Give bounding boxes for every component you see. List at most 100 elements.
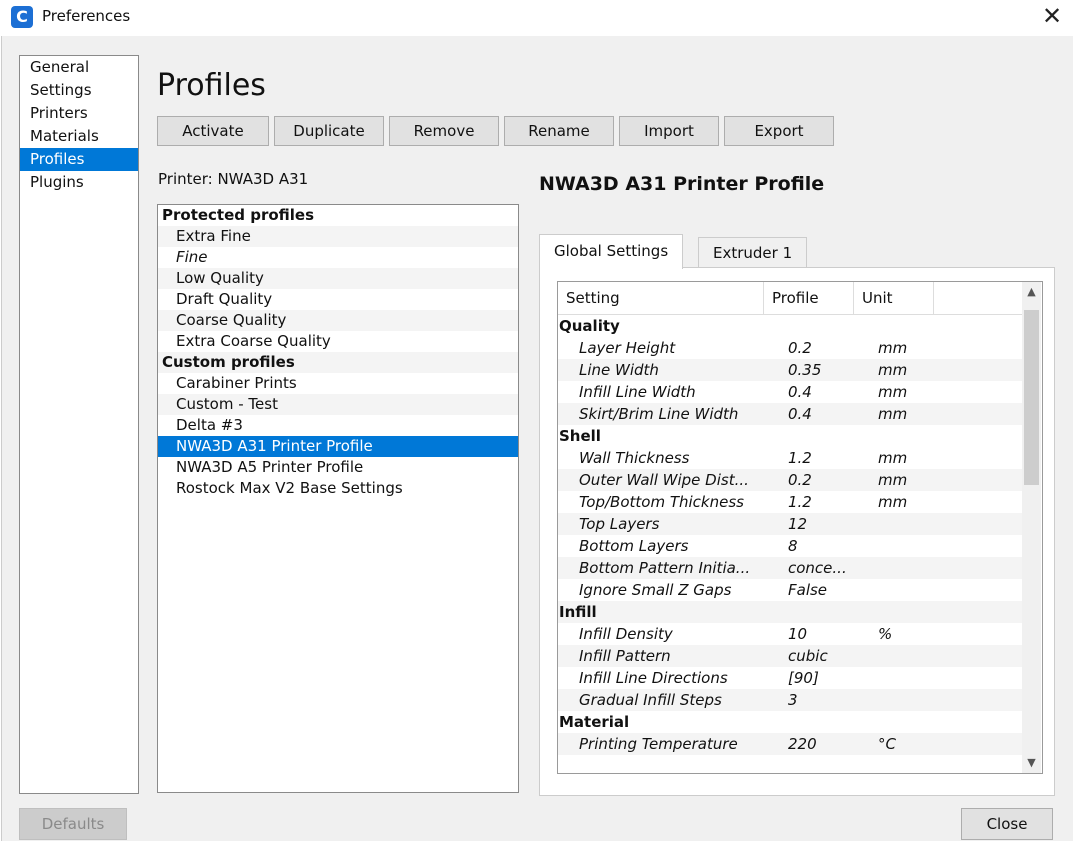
setting-value: 0.2: [788, 471, 812, 489]
setting-value: 220: [788, 735, 817, 753]
setting-value: 1.2: [788, 449, 812, 467]
tab-extruder-1[interactable]: Extruder 1: [698, 237, 808, 268]
setting-unit: mm: [878, 339, 908, 357]
defaults-button[interactable]: Defaults: [19, 808, 127, 840]
settings-table: Setting Profile Unit Quality Layer Heigh…: [557, 281, 1043, 774]
table-row[interactable]: Bottom Pattern Initia... conce...: [558, 557, 1022, 579]
setting-value: 3: [788, 691, 798, 709]
nav-item-profiles[interactable]: Profiles: [20, 148, 138, 171]
profile-item[interactable]: Carabiner Prints: [158, 373, 518, 394]
setting-value: 8: [788, 537, 798, 555]
profile-item-selected[interactable]: NWA3D A31 Printer Profile: [158, 436, 518, 457]
setting-value: cubic: [788, 647, 828, 665]
table-row[interactable]: Skirt/Brim Line Width 0.4 mm: [558, 403, 1022, 425]
import-button[interactable]: Import: [619, 116, 719, 146]
section-shell: Shell: [559, 427, 601, 445]
table-row[interactable]: Top Layers 12: [558, 513, 1022, 535]
setting-name: Layer Height: [579, 339, 676, 357]
profile-item[interactable]: Extra Fine: [158, 226, 518, 247]
protected-profiles-header: Protected profiles: [162, 206, 315, 224]
setting-name: Infill Line Width: [579, 383, 696, 401]
setting-unit: mm: [878, 405, 908, 423]
settings-rows: Quality Layer Height 0.2 mm Line Width 0.35…: [558, 315, 1022, 755]
setting-value: 0.4: [788, 405, 812, 423]
table-row[interactable]: Wall Thickness 1.2 mm: [558, 447, 1022, 469]
activate-button[interactable]: Activate: [157, 116, 269, 146]
setting-value: 10: [788, 625, 808, 643]
table-row[interactable]: Infill Line Directions [90]: [558, 667, 1022, 689]
scroll-down-icon[interactable]: ▼: [1022, 753, 1041, 773]
setting-name: Bottom Pattern Initia...: [579, 559, 751, 577]
export-button[interactable]: Export: [724, 116, 834, 146]
table-header: Setting Profile Unit: [558, 282, 1022, 315]
setting-value: False: [788, 581, 828, 599]
profile-item[interactable]: NWA3D A5 Printer Profile: [158, 457, 518, 478]
section-infill: Infill: [558, 601, 1022, 623]
table-row[interactable]: Ignore Small Z Gaps False: [558, 579, 1022, 601]
setting-name: Infill Density: [579, 625, 673, 643]
scroll-up-icon[interactable]: ▲: [1022, 282, 1041, 302]
setting-name: Line Width: [579, 361, 659, 379]
column-header-profile[interactable]: Profile: [764, 282, 854, 314]
setting-value: 0.35: [788, 361, 822, 379]
cura-logo-icon: C: [11, 6, 33, 28]
setting-name: Ignore Small Z Gaps: [579, 581, 732, 599]
profile-item[interactable]: Rostock Max V2 Base Settings: [158, 478, 518, 499]
page-title: Profiles: [157, 68, 266, 103]
setting-value: 0.2: [788, 339, 812, 357]
section-material: Material: [559, 713, 630, 731]
profile-item[interactable]: Custom - Test: [158, 394, 518, 415]
setting-name: Gradual Infill Steps: [579, 691, 722, 709]
vertical-scrollbar[interactable]: ▲ ▼: [1022, 282, 1041, 773]
scroll-thumb[interactable]: [1024, 310, 1039, 485]
profile-item[interactable]: Coarse Quality: [158, 310, 518, 331]
setting-name: Skirt/Brim Line Width: [579, 405, 739, 423]
nav-item-general[interactable]: General: [20, 56, 138, 79]
column-header-unit[interactable]: Unit: [854, 282, 934, 314]
setting-unit: mm: [878, 493, 908, 511]
profile-list: Protected profiles Extra Fine Fine Low Q…: [157, 204, 519, 793]
profile-item[interactable]: Delta #3: [158, 415, 518, 436]
setting-unit: °C: [878, 735, 896, 753]
table-row[interactable]: Printing Temperature 220 °C: [558, 733, 1022, 755]
setting-value: [90]: [788, 669, 819, 687]
setting-unit: %: [878, 625, 893, 643]
setting-name: Infill Pattern: [579, 647, 671, 665]
table-row[interactable]: Infill Density 10%: [558, 623, 1022, 645]
remove-button[interactable]: Remove: [389, 116, 499, 146]
table-row[interactable]: Infill Pattern cubic: [558, 645, 1022, 667]
setting-name: Wall Thickness: [579, 449, 690, 467]
table-row[interactable]: Infill Line Width 0.4 mm: [558, 381, 1022, 403]
setting-unit: mm: [878, 471, 908, 489]
nav-item-plugins[interactable]: Plugins: [20, 171, 138, 194]
nav-item-materials[interactable]: Materials: [20, 125, 138, 148]
nav-item-settings[interactable]: Settings: [20, 79, 138, 102]
setting-name: Bottom Layers: [579, 537, 689, 555]
table-row[interactable]: Bottom Layers 8: [558, 535, 1022, 557]
table-row[interactable]: Line Width 0.35 mm: [558, 359, 1022, 381]
table-row[interactable]: Gradual Infill Steps 3: [558, 689, 1022, 711]
profile-item[interactable]: Fine: [158, 247, 518, 268]
setting-unit: mm: [878, 383, 908, 401]
section-quality: Quality: [559, 317, 620, 335]
close-window-icon[interactable]: ✕: [1042, 2, 1062, 30]
column-header-setting[interactable]: Setting: [558, 282, 764, 314]
title-bar: C Preferences ✕: [0, 0, 1074, 36]
profile-item[interactable]: Low Quality: [158, 268, 518, 289]
table-row[interactable]: Layer Height 0.2 mm: [558, 337, 1022, 359]
duplicate-button[interactable]: Duplicate: [274, 116, 384, 146]
table-row[interactable]: Top/Bottom Thickness 1.2 mm: [558, 491, 1022, 513]
setting-name: Top/Bottom Thickness: [579, 493, 744, 511]
setting-value: 1.2: [788, 493, 812, 511]
table-row[interactable]: Outer Wall Wipe Dist... 0.2 mm: [558, 469, 1022, 491]
rename-button[interactable]: Rename: [504, 116, 614, 146]
profile-item[interactable]: Draft Quality: [158, 289, 518, 310]
printer-label: Printer: NWA3D A31: [158, 170, 309, 188]
setting-name: Outer Wall Wipe Dist...: [579, 471, 749, 489]
close-button[interactable]: Close: [961, 808, 1053, 840]
setting-value: 0.4: [788, 383, 812, 401]
nav-item-printers[interactable]: Printers: [20, 102, 138, 125]
tab-global-settings[interactable]: Global Settings: [539, 234, 684, 269]
profile-item[interactable]: Extra Coarse Quality: [158, 331, 518, 352]
setting-unit: mm: [878, 449, 908, 467]
